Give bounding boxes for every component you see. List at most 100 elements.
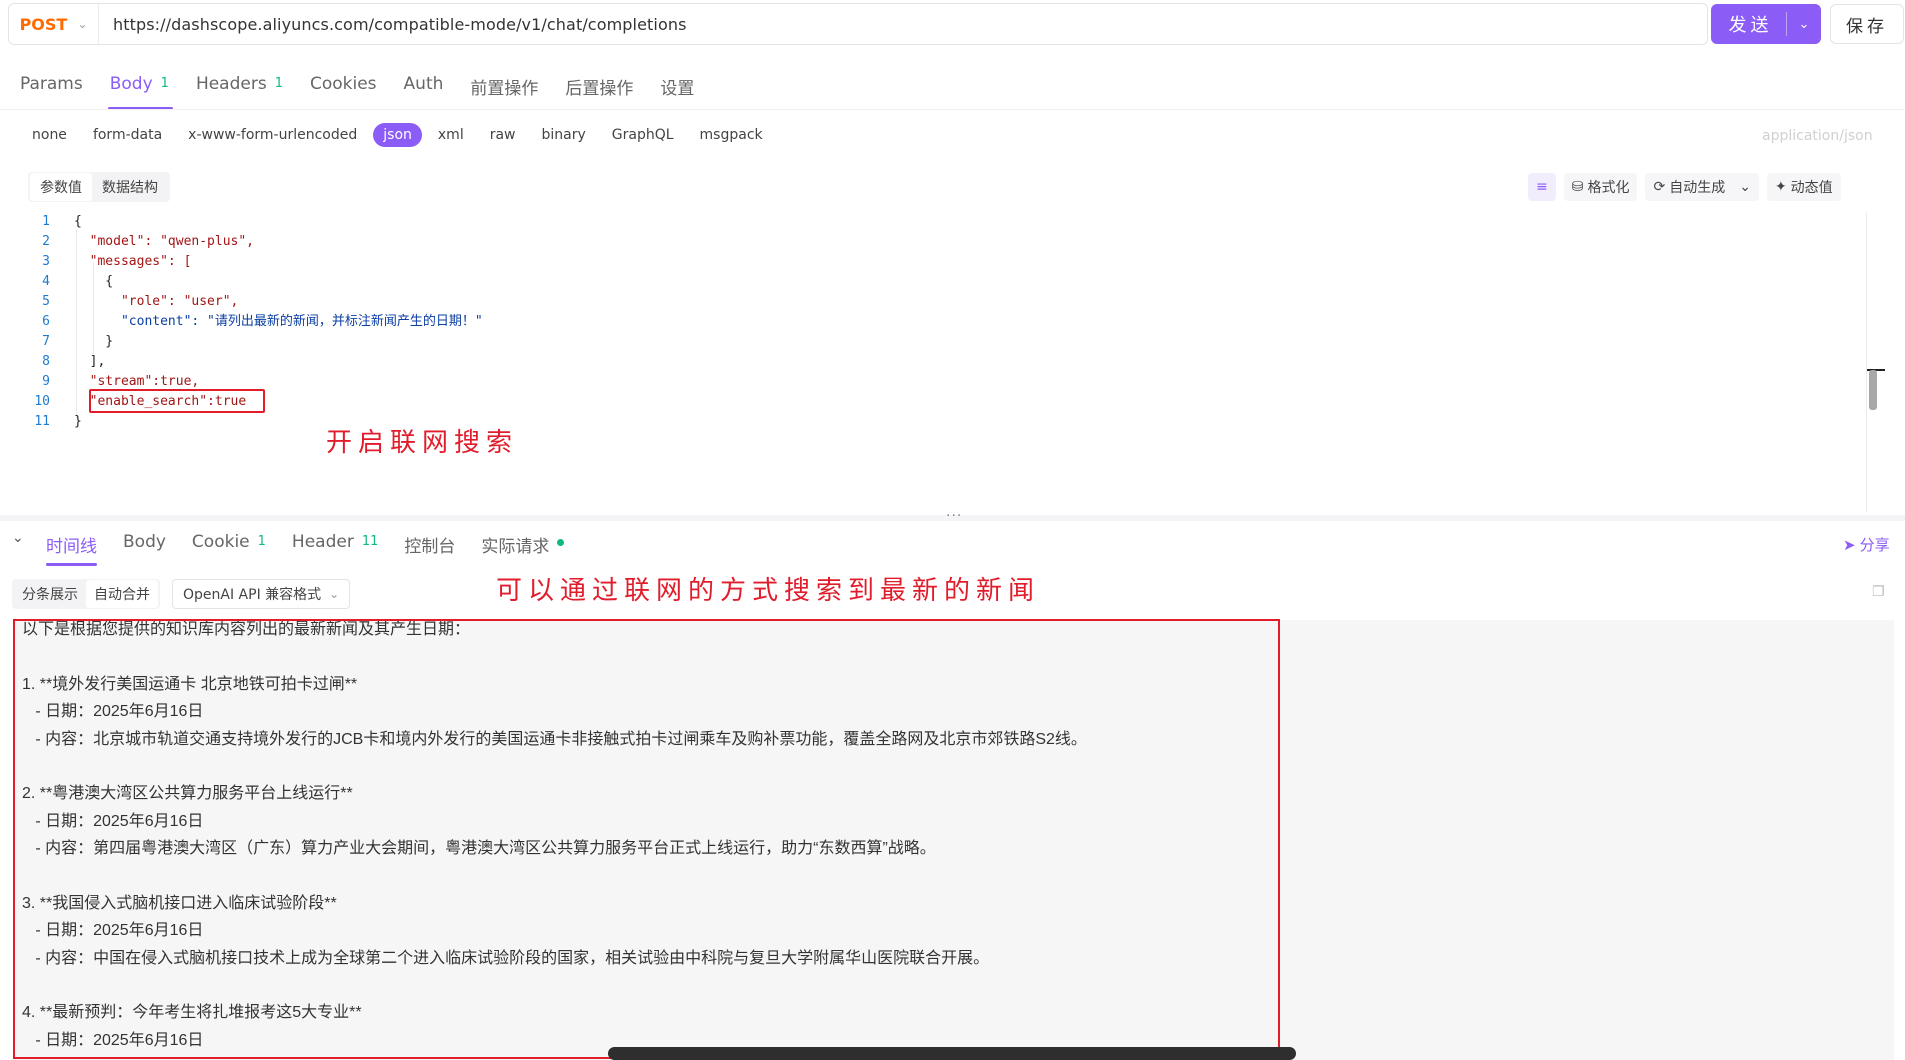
line-number: 7 <box>42 334 50 349</box>
mode-values[interactable]: 参数值 <box>30 173 92 201</box>
json-editor[interactable]: 1{ 2 "model": "qwen-plus", 3 "messages":… <box>30 212 1870 429</box>
tab-label: Auth <box>403 74 444 94</box>
format-icon: ⛁ <box>1571 179 1584 195</box>
save-button[interactable]: 保存 <box>1830 4 1904 44</box>
body-type-selector: none form-data x-www-form-urlencoded jso… <box>22 123 779 147</box>
collapse-chevron-icon[interactable]: ⌄ <box>12 530 24 546</box>
tab-label: 前置操作 <box>470 79 539 99</box>
tab-auth[interactable]: Auth <box>404 62 444 110</box>
response-tabs: 时间线 Body Cookie 1 Header 11 控制台 实际请求 <box>46 532 590 566</box>
response-controls: 分条展示 自动合并 OpenAI API 兼容格式 ⌄ <box>12 579 351 609</box>
code-line: 7 } <box>30 332 1870 352</box>
dynamic-value-label: 动态值 <box>1790 180 1833 196</box>
line-number: 3 <box>42 254 50 269</box>
body-type-msgpack[interactable]: msgpack <box>690 123 773 147</box>
editor-scrollbar-track <box>1866 212 1867 512</box>
body-type-graphql[interactable]: GraphQL <box>602 123 684 147</box>
tab-label: Cookies <box>309 74 377 94</box>
tab-settings[interactable]: 设置 <box>660 62 694 110</box>
request-tabs: Params Body 1 Headers 1 Cookies Auth 前置操作 … <box>20 62 721 110</box>
line-number: 4 <box>42 274 50 289</box>
share-label: 分享 <box>1859 536 1890 554</box>
refresh-icon: ⟳ <box>1653 179 1666 195</box>
line-number: 9 <box>42 374 50 389</box>
editor-tools: ≡ ⛁ 格式化 ⟳ 自动生成 ⌄ ✦ 动态值 <box>1528 173 1841 201</box>
tab-label: Headers <box>195 74 267 94</box>
code-text: "messages": [ <box>74 254 192 269</box>
code-text: } <box>74 334 114 349</box>
tab-cookies[interactable]: Cookies <box>310 62 377 110</box>
dynamic-value-button[interactable]: ✦ 动态值 <box>1766 173 1841 201</box>
send-label: 发送 <box>1728 15 1773 36</box>
method-select[interactable]: POST ⌄ <box>9 4 99 44</box>
line-number: 5 <box>42 294 50 309</box>
split-view-option[interactable]: 分条展示 <box>14 580 86 608</box>
annotation-request: 开启联网搜索 <box>326 428 519 458</box>
chevron-down-icon[interactable]: ⌄ <box>1787 17 1821 32</box>
editor-scrollbar[interactable] <box>1869 370 1877 410</box>
chevron-down-icon[interactable]: ⌄ <box>1739 179 1751 195</box>
auto-generate-button[interactable]: ⟳ 自动生成 ⌄ <box>1645 173 1759 201</box>
code-line: 5 "role": "user", <box>30 292 1870 312</box>
share-button[interactable]: ➤ 分享 <box>1843 534 1890 555</box>
copy-icon[interactable]: ❐ <box>1872 584 1885 600</box>
code-text: "role": "user", <box>74 294 239 309</box>
tab-label: Cookie <box>191 532 250 552</box>
tab-body[interactable]: Body 1 <box>107 62 174 110</box>
wrap-lines-button[interactable]: ≡ <box>1528 173 1556 201</box>
line-number: 11 <box>34 414 50 429</box>
tab-actual-request[interactable]: 实际请求 <box>481 532 565 566</box>
highlight-box-response <box>13 619 1280 1059</box>
format-button[interactable]: ⛁ 格式化 <box>1563 173 1638 201</box>
line-number: 2 <box>42 234 50 249</box>
method-label: POST <box>19 14 68 34</box>
body-type-xml[interactable]: xml <box>428 123 474 147</box>
share-icon: ➤ <box>1843 535 1856 554</box>
format-select-value: OpenAI API 兼容格式 <box>183 587 322 603</box>
send-button[interactable]: 发送 ⌄ <box>1711 4 1821 44</box>
tab-headers[interactable]: Headers 1 <box>196 62 283 110</box>
body-type-json[interactable]: json <box>373 123 422 147</box>
code-line: 11} <box>30 412 1870 432</box>
tab-post-operations[interactable]: 后置操作 <box>565 62 633 110</box>
tab-response-body[interactable]: Body <box>123 532 166 566</box>
code-line: 3 "messages": [ <box>30 252 1870 272</box>
tab-params[interactable]: Params <box>20 62 83 110</box>
auto-merge-option[interactable]: 自动合并 <box>86 580 158 608</box>
code-text: { <box>74 214 82 229</box>
code-line: 9 "stream":true, <box>30 372 1870 392</box>
body-type-none[interactable]: none <box>22 123 77 147</box>
body-type-form-data[interactable]: form-data <box>83 123 172 147</box>
tab-label: 设置 <box>660 79 695 99</box>
tab-count: 11 <box>361 534 379 549</box>
highlight-box-enable-search <box>89 389 265 413</box>
tab-response-header[interactable]: Header 11 <box>292 532 378 566</box>
tab-response-cookie[interactable]: Cookie 1 <box>192 532 266 566</box>
magic-wand-icon: ✦ <box>1774 179 1787 195</box>
code-line: 8 ], <box>30 352 1870 372</box>
body-type-urlencoded[interactable]: x-www-form-urlencoded <box>178 123 367 147</box>
tab-label: 时间线 <box>46 537 97 557</box>
drag-handle-icon[interactable]: ··· <box>946 508 962 524</box>
format-select[interactable]: OpenAI API 兼容格式 ⌄ <box>172 579 351 609</box>
view-mode-toggle: 分条展示 自动合并 <box>12 579 160 609</box>
body-type-raw[interactable]: raw <box>480 123 526 147</box>
mode-schema[interactable]: 数据结构 <box>92 173 168 201</box>
url-bar: POST ⌄ https://dashscope.aliyuncs.com/co… <box>8 3 1708 45</box>
horizontal-scrollbar[interactable] <box>608 1047 1296 1060</box>
tab-timeline[interactable]: 时间线 <box>46 532 97 566</box>
tab-pre-operations[interactable]: 前置操作 <box>470 62 538 110</box>
tab-count: 1 <box>274 76 283 91</box>
tab-label: Header <box>291 532 354 552</box>
code-text: ], <box>74 354 106 369</box>
code-line: 1{ <box>30 212 1870 232</box>
auto-generate-label: 自动生成 <box>1669 180 1726 196</box>
line-number: 6 <box>42 314 50 329</box>
tab-label: 实际请求 <box>481 537 550 557</box>
code-text: } <box>74 414 82 429</box>
tab-console[interactable]: 控制台 <box>404 532 455 566</box>
url-input[interactable]: https://dashscope.aliyuncs.com/compatibl… <box>99 15 687 34</box>
body-type-binary[interactable]: binary <box>532 123 596 147</box>
code-text: "model": "qwen-plus", <box>74 234 255 249</box>
divider <box>0 109 1905 110</box>
